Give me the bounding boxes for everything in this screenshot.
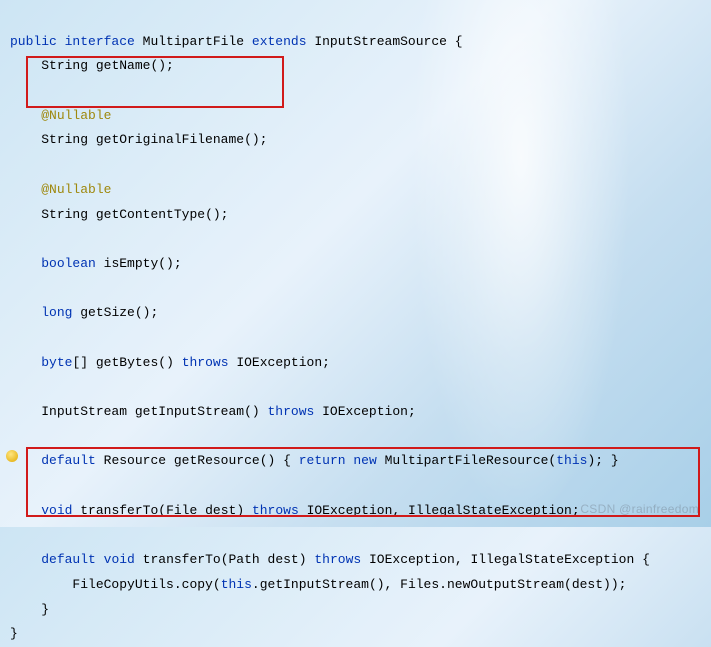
- lightbulb-icon: [6, 450, 18, 462]
- line-1: public interface MultipartFile extends I…: [10, 34, 650, 642]
- code-block: public interface MultipartFile extends I…: [0, 0, 711, 647]
- watermark: CSDN @rainfreedom: [580, 498, 699, 521]
